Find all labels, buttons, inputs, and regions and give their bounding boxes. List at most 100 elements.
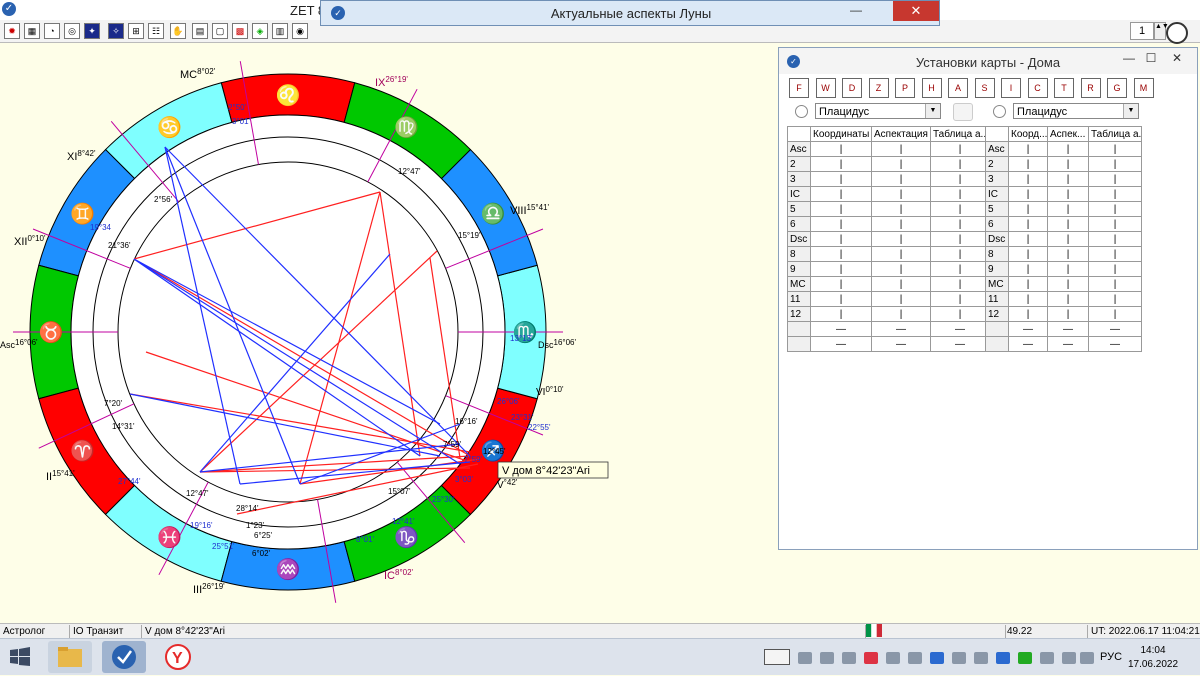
table-cell[interactable]: | (810, 276, 872, 292)
table-cell[interactable]: | (930, 216, 990, 232)
tray-icon-6[interactable] (908, 652, 922, 664)
table-cell[interactable]: | (1047, 261, 1089, 277)
table-cell[interactable]: | (810, 186, 872, 202)
chart-icon[interactable]: ▩ (232, 23, 248, 39)
network-icon[interactable] (1062, 652, 1076, 664)
tray-icon-10[interactable] (996, 652, 1010, 664)
table-row[interactable]: 11 | | | (787, 291, 990, 307)
table-row[interactable]: 8 | | | (985, 246, 1142, 262)
page-spinner[interactable]: ▲▼ (1154, 22, 1169, 40)
table-row[interactable]: Asc | | | (985, 141, 1142, 157)
table-row[interactable]: Dsc | | | (787, 231, 990, 247)
table-cell[interactable]: | (930, 306, 990, 322)
table-row[interactable]: MC | | | (985, 276, 1142, 292)
left-system-radio[interactable] (795, 105, 808, 118)
zet-app-icon[interactable] (102, 641, 146, 673)
houses-button-m[interactable]: M (1133, 78, 1154, 98)
table-row[interactable]: Dsc | | | (985, 231, 1142, 247)
table-cell[interactable]: | (1047, 246, 1089, 262)
houses-button-h[interactable]: H (921, 78, 942, 98)
table-cell[interactable]: | (1008, 276, 1048, 292)
round-button-icon[interactable] (1166, 22, 1188, 44)
volume-icon[interactable] (1080, 652, 1094, 664)
table-cell[interactable]: | (1088, 261, 1142, 277)
houses-close-button[interactable]: ✕ (1167, 52, 1187, 66)
table-cell[interactable]: | (1008, 216, 1048, 232)
table-header[interactable]: Аспек... (1047, 126, 1089, 142)
houses-button-a[interactable]: A (948, 78, 968, 98)
houses-button-r[interactable]: R (1080, 78, 1101, 98)
page-number-input[interactable]: 1 (1130, 22, 1154, 40)
yandex-browser-icon[interactable]: Y (156, 641, 200, 673)
table-cell[interactable]: | (810, 246, 872, 262)
right-system-radio[interactable] (993, 105, 1006, 118)
table-cell[interactable]: — (810, 321, 872, 337)
houses-button-g[interactable]: G (1107, 78, 1127, 98)
table-row[interactable]: 2 | | | (787, 156, 990, 172)
moon-window-close-button[interactable]: ✕ (893, 1, 939, 21)
table-row[interactable]: 2 | | | (985, 156, 1142, 172)
table-cell[interactable]: | (1008, 291, 1048, 307)
table-cell[interactable]: | (871, 156, 931, 172)
table-cell[interactable]: | (1008, 201, 1048, 217)
left-house-system-select[interactable]: Плацидус ▼ (815, 103, 941, 119)
houses-button-p[interactable]: P (895, 78, 915, 98)
table-cell[interactable]: — (871, 336, 931, 352)
table-cell[interactable]: | (810, 231, 872, 247)
star-map-icon[interactable]: ✧ (108, 23, 124, 39)
document-icon[interactable]: ▤ (192, 23, 208, 39)
table-cell[interactable]: | (1088, 291, 1142, 307)
table-cell[interactable]: | (871, 186, 931, 202)
table-cell[interactable]: — (1088, 336, 1142, 352)
table-cell[interactable]: — (1088, 321, 1142, 337)
table-cell[interactable]: — (1008, 321, 1048, 337)
table-cell[interactable]: | (810, 306, 872, 322)
table-cell[interactable]: | (1088, 186, 1142, 202)
swap-button[interactable] (953, 103, 973, 121)
table-cell[interactable]: | (1088, 216, 1142, 232)
table-cell[interactable]: | (871, 201, 931, 217)
table-cell[interactable]: | (871, 246, 931, 262)
file-explorer-icon[interactable] (48, 641, 92, 673)
houses-button-f[interactable]: F (789, 78, 809, 98)
tray-icon-9[interactable] (974, 652, 988, 664)
table-cell[interactable]: | (871, 276, 931, 292)
table-cell[interactable]: | (1047, 306, 1089, 322)
table-row[interactable]: 12 | | | (787, 306, 990, 322)
table-cell[interactable]: | (810, 201, 872, 217)
table-header[interactable]: Аспектация (871, 126, 931, 142)
houses-button-c[interactable]: C (1027, 78, 1048, 98)
table-cell[interactable]: | (1008, 231, 1048, 247)
table-row[interactable]: MC | | | (787, 276, 990, 292)
table-cell[interactable]: | (930, 246, 990, 262)
table-cell[interactable]: | (930, 201, 990, 217)
table-row[interactable]: — — — (787, 321, 990, 337)
table-cell[interactable]: — (1047, 321, 1089, 337)
table-row[interactable]: Asc | | | (787, 141, 990, 157)
table-row[interactable]: 6 | | | (787, 216, 990, 232)
table-cell[interactable]: | (930, 156, 990, 172)
table-cell[interactable]: | (930, 276, 990, 292)
table-header[interactable]: Коорд... (1008, 126, 1048, 142)
table-cell[interactable]: | (810, 261, 872, 277)
table-cell[interactable]: | (1008, 246, 1048, 262)
table-cell[interactable]: | (930, 141, 990, 157)
table-cell[interactable]: | (1047, 231, 1089, 247)
table-cell[interactable]: | (1047, 276, 1089, 292)
tray-icon-12[interactable] (1040, 652, 1054, 664)
table-row[interactable]: 3 | | | (787, 171, 990, 187)
table-cell[interactable]: | (1088, 171, 1142, 187)
houses-button-i[interactable]: I (1001, 78, 1021, 98)
houses-button-d[interactable]: D (842, 78, 862, 98)
table-cell[interactable]: | (1088, 276, 1142, 292)
table-cell[interactable]: | (930, 291, 990, 307)
table-cell[interactable]: | (871, 306, 931, 322)
houses-button-t[interactable]: T (1054, 78, 1074, 98)
table-cell[interactable]: | (1047, 171, 1089, 187)
night-sky-icon[interactable]: ✦ (84, 23, 100, 39)
table-row[interactable]: 8 | | | (787, 246, 990, 262)
table-cell[interactable]: | (871, 141, 931, 157)
table-row[interactable]: — — — (985, 336, 1142, 352)
table-row[interactable]: 5 | | | (985, 201, 1142, 217)
tray-icon-5[interactable] (886, 652, 900, 664)
